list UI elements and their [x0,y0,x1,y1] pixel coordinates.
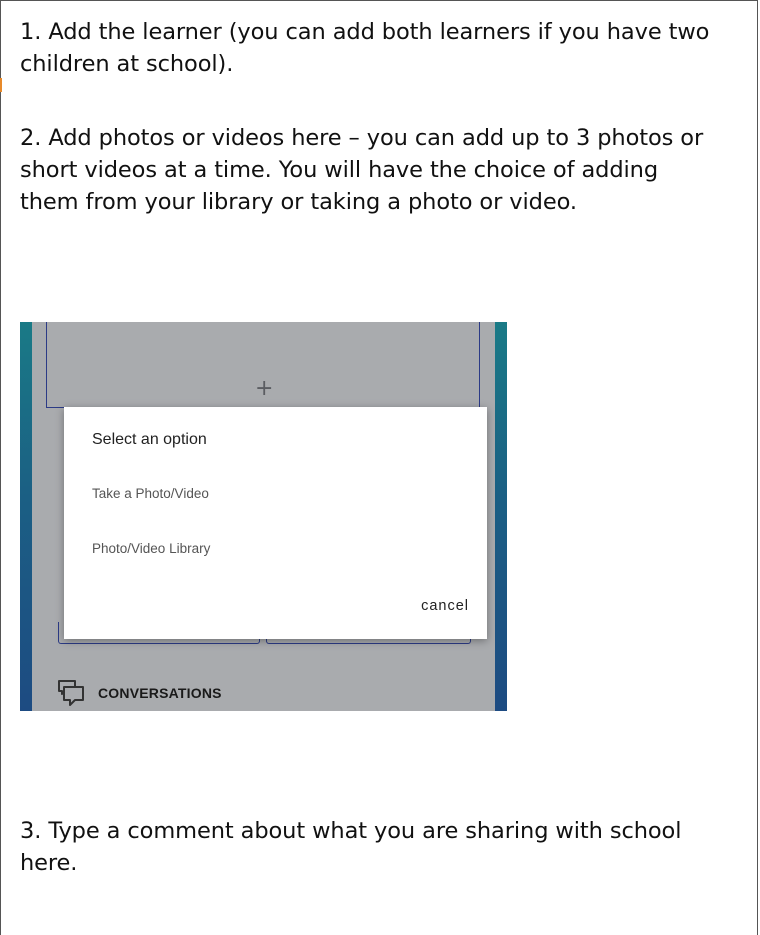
cancel-button[interactable]: cancel [421,598,469,614]
conversations-nav[interactable]: CONVERSATIONS [56,679,222,707]
app-screenshot: + CONVERSATIONS Select an option Take a … [20,322,507,711]
step-3-text: 3. Type a comment about what you are sha… [20,818,682,876]
take-photo-video-option[interactable]: Take a Photo/Video [92,486,209,501]
chat-bubbles-icon [58,680,84,706]
photo-video-library-option[interactable]: Photo/Video Library [92,541,210,556]
modal-overlay: + CONVERSATIONS Select an option Take a … [32,322,495,711]
step-1-text: 1. Add the learner (you can add both lea… [20,19,710,77]
conversations-label: CONVERSATIONS [98,685,222,701]
margin-marker [0,78,2,92]
dialog-title: Select an option [92,431,207,448]
step-2-text: 2. Add photos or videos here – you can a… [20,125,704,215]
select-option-dialog: Select an option Take a Photo/Video Phot… [64,407,487,639]
plus-icon[interactable]: + [255,378,273,400]
